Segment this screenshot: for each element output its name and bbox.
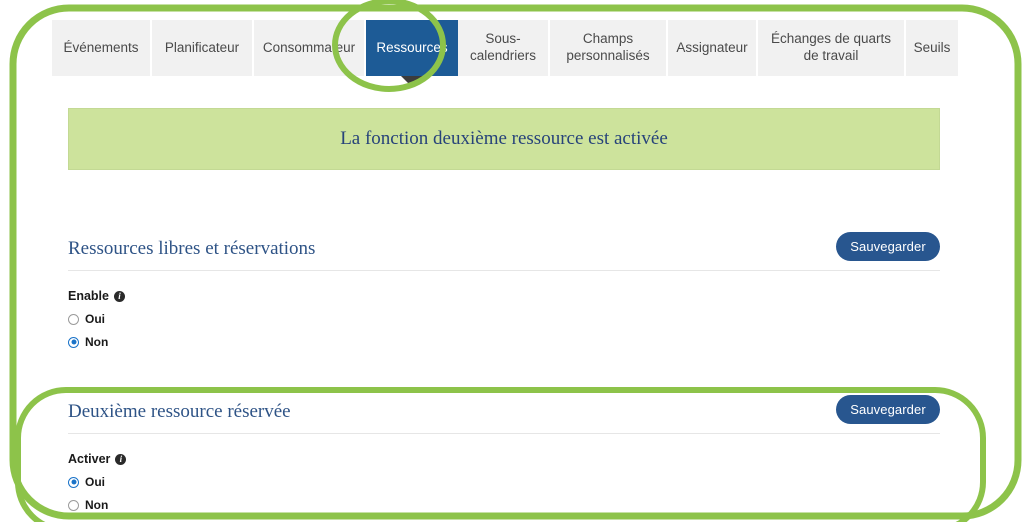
radio-button[interactable]	[68, 313, 79, 325]
radio-option-enable-non[interactable]: Non	[68, 335, 940, 349]
radio-button[interactable]	[68, 476, 79, 488]
info-icon[interactable]: i	[114, 290, 125, 302]
tab-label: Seuils	[913, 39, 951, 55]
tab-echanges-quarts-travail[interactable]: Échanges de quarts de travail	[758, 20, 906, 76]
radio-label: Oui	[85, 475, 105, 489]
section-header: Deuxième ressource réservée Sauvegarder	[68, 395, 940, 437]
field-label-text: Activer	[68, 452, 111, 466]
section-ressources-libres: Ressources libres et réservations Sauveg…	[68, 232, 940, 349]
radio-label: Non	[85, 498, 109, 512]
tab-consommateur[interactable]: Consommateur	[254, 20, 366, 76]
tab-seuils[interactable]: Seuils	[906, 20, 958, 76]
radio-label: Oui	[85, 312, 105, 326]
section-deuxieme-ressource: Deuxième ressource réservée Sauvegarder …	[68, 395, 940, 512]
tab-label: Assignateur	[676, 39, 748, 55]
radio-button[interactable]	[68, 336, 79, 348]
tab-champs-personnalises[interactable]: Champs personnalisés	[550, 20, 668, 76]
tab-label: Consommateur	[262, 39, 356, 55]
settings-tab-bar: Événements Planificateur Consommateur Re…	[52, 20, 958, 76]
section-title: Deuxième ressource réservée	[68, 401, 291, 422]
radio-option-enable-oui[interactable]: Oui	[68, 312, 940, 326]
tab-label: Planificateur	[164, 39, 240, 55]
banner-message: La fonction deuxième ressource est activ…	[340, 128, 668, 149]
tab-label: Événements	[63, 39, 139, 55]
settings-page: Événements Planificateur Consommateur Re…	[0, 0, 1024, 522]
section-title: Ressources libres et réservations	[68, 238, 316, 259]
radio-label: Non	[85, 335, 109, 349]
section-header: Ressources libres et réservations Sauveg…	[68, 232, 940, 274]
tab-evenements[interactable]: Événements	[52, 20, 152, 76]
tab-label: Échanges de quarts de travail	[770, 31, 892, 63]
tab-label: Sous-calendriers	[469, 31, 537, 63]
tab-label: Ressources	[376, 39, 448, 55]
tab-ressources[interactable]: Ressources	[366, 20, 458, 76]
info-icon[interactable]: i	[115, 453, 127, 465]
tab-planificateur[interactable]: Planificateur	[152, 20, 254, 76]
field-label-enable: Enable i	[68, 289, 940, 303]
field-label-activer: Activer i	[68, 452, 940, 466]
section-divider	[68, 270, 940, 271]
tab-assignateur[interactable]: Assignateur	[668, 20, 758, 76]
save-button-ressources-libres[interactable]: Sauvegarder	[836, 232, 940, 261]
save-button-deuxieme-ressource[interactable]: Sauvegarder	[836, 395, 940, 424]
field-label-text: Enable	[68, 289, 109, 303]
radio-button[interactable]	[68, 499, 79, 511]
feature-enabled-banner: La fonction deuxième ressource est activ…	[68, 108, 940, 170]
radio-option-activer-non[interactable]: Non	[68, 498, 940, 512]
radio-option-activer-oui[interactable]: Oui	[68, 475, 940, 489]
tab-sous-calendriers[interactable]: Sous-calendriers	[458, 20, 550, 76]
tab-label: Champs personnalisés	[566, 31, 650, 63]
section-divider	[68, 433, 940, 434]
